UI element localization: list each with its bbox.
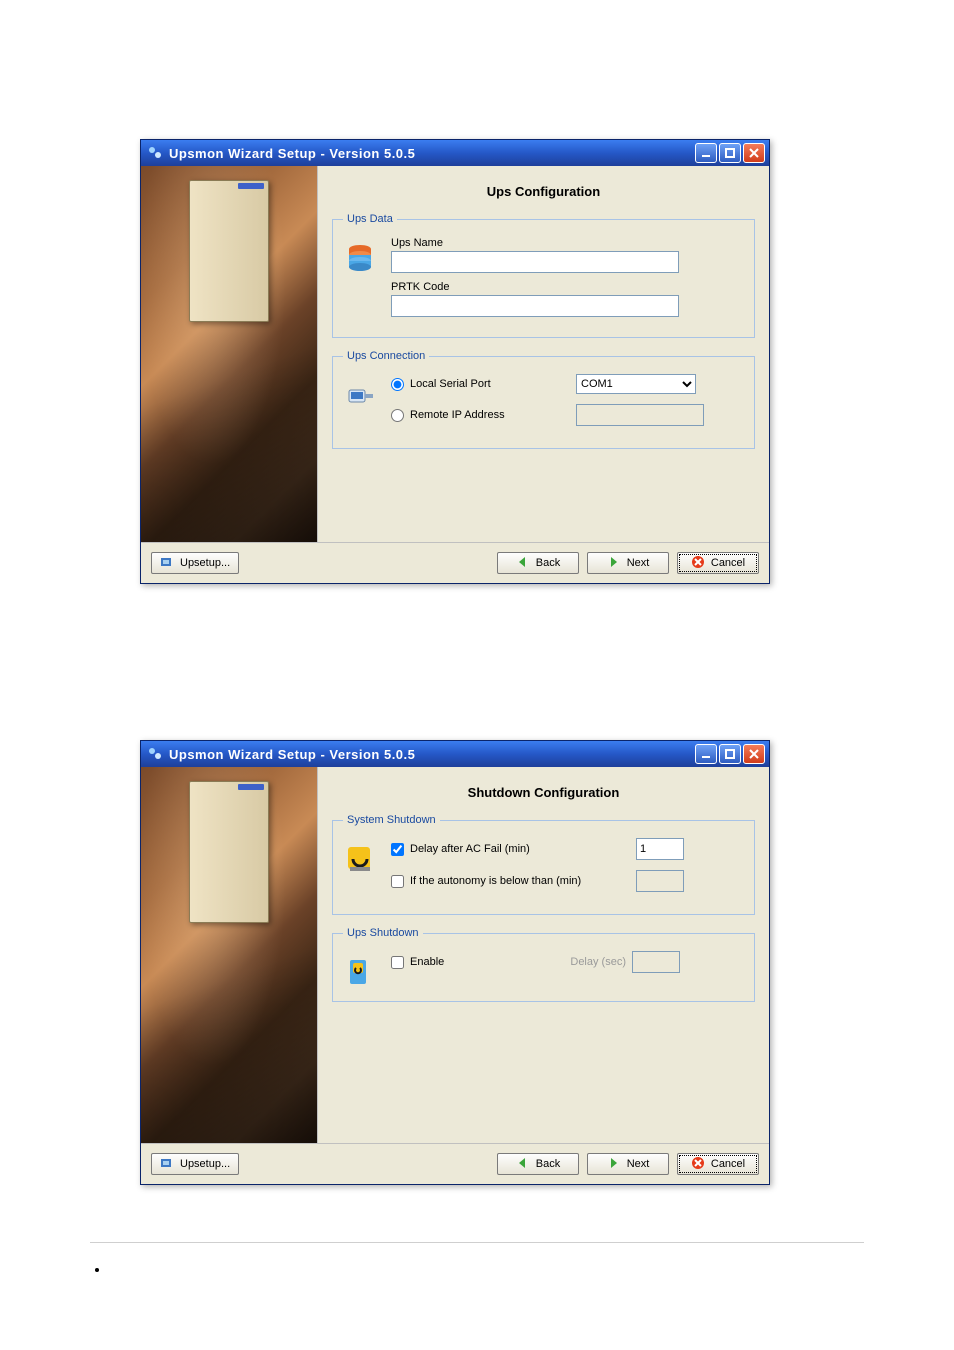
autonomy-checkbox[interactable] bbox=[391, 875, 404, 888]
wizard-footer: Upsetup... Back Next Cancel bbox=[141, 542, 769, 583]
arrow-right-icon bbox=[607, 1156, 621, 1173]
arrow-left-icon bbox=[516, 555, 530, 572]
group-legend: Ups Connection bbox=[343, 350, 429, 362]
prtk-code-label: PRTK Code bbox=[391, 281, 551, 293]
cancel-icon bbox=[691, 555, 705, 572]
remote-ip-label: Remote IP Address bbox=[410, 409, 570, 421]
maximize-button[interactable] bbox=[719, 744, 741, 764]
wizard-footer: Upsetup... Back Next Cancel bbox=[141, 1143, 769, 1184]
cancel-label: Cancel bbox=[711, 557, 745, 569]
ups-name-input[interactable] bbox=[391, 251, 679, 273]
cancel-button[interactable]: Cancel bbox=[677, 1153, 759, 1175]
next-button[interactable]: Next bbox=[587, 552, 669, 574]
upsetup-button[interactable]: Upsetup... bbox=[151, 1153, 239, 1175]
local-serial-radio[interactable] bbox=[391, 378, 404, 391]
next-label: Next bbox=[627, 557, 650, 569]
close-button[interactable] bbox=[743, 744, 765, 764]
ups-shutdown-enable-label: Enable bbox=[410, 956, 550, 968]
remote-ip-radio[interactable] bbox=[391, 409, 404, 422]
group-system-shutdown: System Shutdown Delay after AC Fail (min… bbox=[332, 814, 755, 915]
delay-ac-fail-checkbox[interactable] bbox=[391, 843, 404, 856]
ups-shutdown-enable-checkbox[interactable] bbox=[391, 956, 404, 969]
close-button[interactable] bbox=[743, 143, 765, 163]
minimize-button[interactable] bbox=[695, 744, 717, 764]
delay-ac-fail-input[interactable] bbox=[636, 838, 684, 860]
back-button[interactable]: Back bbox=[497, 552, 579, 574]
upsetup-button[interactable]: Upsetup... bbox=[151, 552, 239, 574]
wizard-sidebar-image bbox=[141, 166, 318, 542]
page-title: Ups Configuration bbox=[332, 184, 755, 199]
page-title: Shutdown Configuration bbox=[332, 785, 755, 800]
window-title: Upsmon Wizard Setup - Version 5.0.5 bbox=[169, 747, 695, 762]
next-label: Next bbox=[627, 1158, 650, 1170]
ups-data-icon bbox=[343, 241, 377, 275]
group-legend: Ups Shutdown bbox=[343, 927, 423, 939]
ups-shutdown-delay-label: Delay (sec) bbox=[556, 956, 626, 968]
ups-shutdown-icon bbox=[343, 955, 377, 989]
titlebar[interactable]: Upsmon Wizard Setup - Version 5.0.5 bbox=[141, 741, 769, 767]
prtk-code-input[interactable] bbox=[391, 295, 679, 317]
back-label: Back bbox=[536, 557, 560, 569]
autonomy-input bbox=[636, 870, 684, 892]
titlebar[interactable]: Upsmon Wizard Setup - Version 5.0.5 bbox=[141, 140, 769, 166]
arrow-right-icon bbox=[607, 555, 621, 572]
upsetup-label: Upsetup... bbox=[180, 557, 230, 569]
cancel-label: Cancel bbox=[711, 1158, 745, 1170]
local-serial-label: Local Serial Port bbox=[410, 378, 570, 390]
app-icon bbox=[147, 746, 163, 762]
cancel-button[interactable]: Cancel bbox=[677, 552, 759, 574]
bullet-icon bbox=[95, 1268, 99, 1272]
group-ups-connection: Ups Connection Local Serial Port bbox=[332, 350, 755, 449]
serial-port-select[interactable]: COM1 bbox=[576, 374, 696, 394]
ups-shutdown-delay-input bbox=[632, 951, 680, 973]
wizard-sidebar-image bbox=[141, 767, 318, 1143]
back-button[interactable]: Back bbox=[497, 1153, 579, 1175]
group-legend: System Shutdown bbox=[343, 814, 440, 826]
next-button[interactable]: Next bbox=[587, 1153, 669, 1175]
ups-name-label: Ups Name bbox=[391, 237, 551, 249]
cancel-icon bbox=[691, 1156, 705, 1173]
connection-icon bbox=[343, 378, 377, 412]
divider bbox=[90, 1242, 864, 1243]
remote-ip-input bbox=[576, 404, 704, 426]
maximize-button[interactable] bbox=[719, 143, 741, 163]
group-ups-data: Ups Data bbox=[332, 213, 755, 338]
window-ups-configuration: Upsmon Wizard Setup - Version 5.0.5 Ups … bbox=[140, 139, 770, 584]
minimize-button[interactable] bbox=[695, 143, 717, 163]
group-legend: Ups Data bbox=[343, 213, 397, 225]
autonomy-label: If the autonomy is below than (min) bbox=[410, 875, 630, 887]
back-label: Back bbox=[536, 1158, 560, 1170]
group-ups-shutdown: Ups Shutdown Enable Delay (sec) bbox=[332, 927, 755, 1002]
app-icon bbox=[147, 145, 163, 161]
upsetup-label: Upsetup... bbox=[180, 1158, 230, 1170]
window-shutdown-configuration: Upsmon Wizard Setup - Version 5.0.5 Shut… bbox=[140, 740, 770, 1185]
delay-ac-fail-label: Delay after AC Fail (min) bbox=[410, 843, 630, 855]
arrow-left-icon bbox=[516, 1156, 530, 1173]
upsetup-icon bbox=[160, 1156, 174, 1173]
window-title: Upsmon Wizard Setup - Version 5.0.5 bbox=[169, 146, 695, 161]
upsetup-icon bbox=[160, 555, 174, 572]
system-shutdown-icon bbox=[343, 842, 377, 876]
